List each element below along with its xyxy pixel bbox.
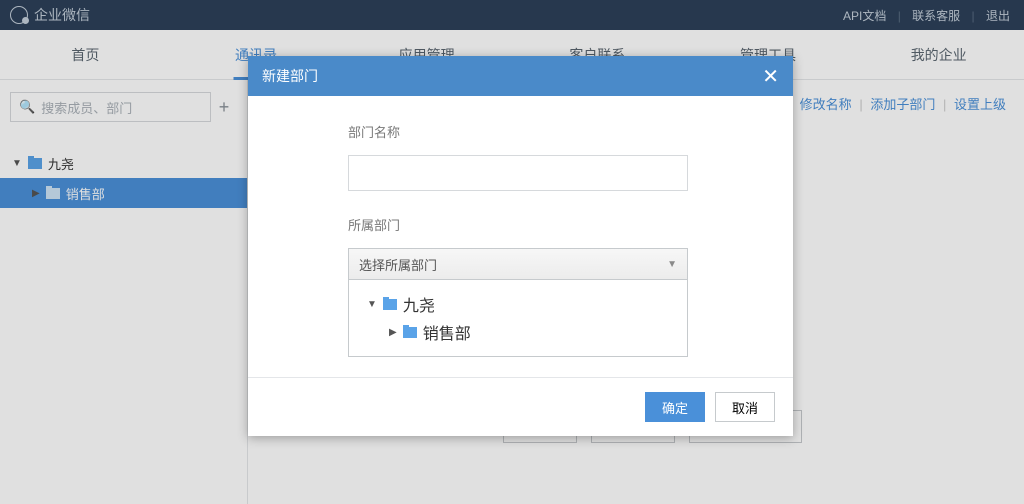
- dropdown-child-label: 销售部: [423, 320, 471, 344]
- confirm-button[interactable]: 确定: [645, 392, 705, 422]
- new-department-modal: 新建部门 ✕ 部门名称 所属部门 选择所属部门 ▼ ▼ 九尧 ▶ 销售部 确定 …: [248, 56, 793, 436]
- expand-icon: ▼: [367, 299, 377, 310]
- modal-title: 新建部门: [262, 66, 318, 86]
- dropdown-tree-child[interactable]: ▶ 销售部: [349, 318, 687, 346]
- parent-dept-select[interactable]: 选择所属部门 ▼: [348, 248, 688, 280]
- parent-dept-dropdown: ▼ 九尧 ▶ 销售部: [348, 280, 688, 357]
- dept-name-input[interactable]: [348, 155, 688, 191]
- dropdown-root-label: 九尧: [403, 292, 435, 316]
- folder-icon: [383, 299, 397, 310]
- dept-name-label: 部门名称: [348, 122, 693, 141]
- cancel-button[interactable]: 取消: [715, 392, 775, 422]
- dropdown-tree-root[interactable]: ▼ 九尧: [349, 290, 687, 318]
- modal-footer: 确定 取消: [248, 377, 793, 436]
- select-placeholder: 选择所属部门: [359, 255, 437, 274]
- folder-icon: [403, 327, 417, 338]
- modal-header: 新建部门 ✕: [248, 56, 793, 96]
- chevron-down-icon: ▼: [667, 259, 677, 270]
- close-icon[interactable]: ✕: [762, 64, 779, 89]
- expand-icon: ▶: [389, 327, 397, 338]
- modal-body: 部门名称 所属部门 选择所属部门 ▼ ▼ 九尧 ▶ 销售部: [248, 96, 793, 377]
- parent-dept-label: 所属部门: [348, 215, 693, 234]
